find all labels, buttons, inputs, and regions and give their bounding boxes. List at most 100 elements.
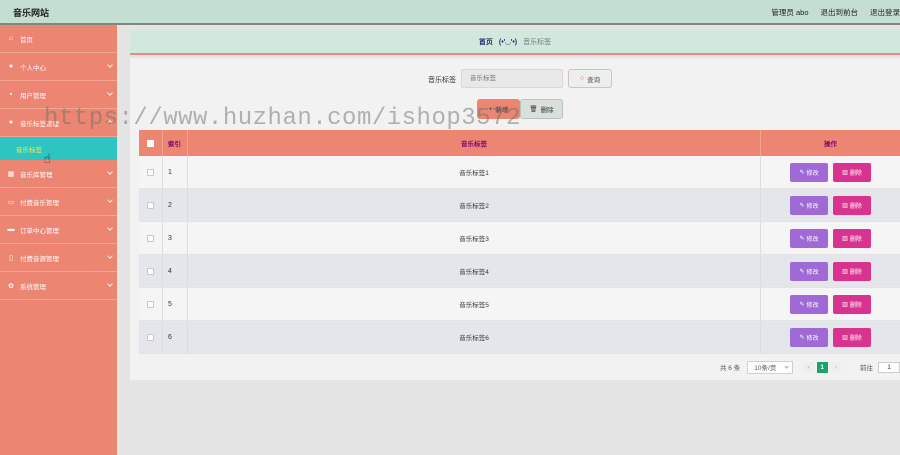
- search-icon: ○: [579, 75, 585, 82]
- row-delete-label: 删除: [849, 269, 862, 276]
- row-checkbox[interactable]: [147, 267, 154, 275]
- edit-button[interactable]: ✎ 修改: [790, 162, 828, 182]
- breadcrumb: 首页 (•'◡'•) 音乐标签: [130, 30, 900, 55]
- edit-label: 修改: [806, 335, 819, 342]
- table-row: 5 音乐标签5 ✎ 修改 ▥ 删除: [139, 288, 900, 321]
- row-index: 1: [168, 168, 172, 176]
- row-delete-button[interactable]: ▥ 删除: [833, 294, 871, 314]
- trash-icon: ▥: [842, 334, 848, 341]
- sidebar: ⌂ 首页 ● 个人中心 ▪ 用户管理 ● 音乐标签管理 音乐标签 ▦ 音乐库管理…: [0, 25, 117, 455]
- search-label: 音乐标签: [428, 77, 456, 84]
- prev-page-button[interactable]: ‹: [803, 361, 814, 373]
- select-all-checkbox[interactable]: [147, 139, 154, 147]
- row-delete-label: 删除: [849, 236, 862, 243]
- hand-cursor-icon: ☝: [43, 151, 51, 166]
- sidebar-item-orders[interactable]: ▬ 订单中心管理: [0, 216, 117, 244]
- edit-button[interactable]: ✎ 修改: [790, 327, 828, 347]
- sidebar-item-label: 音乐标签管理: [20, 120, 59, 128]
- edit-label: 修改: [806, 170, 819, 177]
- pencil-icon: ✎: [799, 202, 805, 209]
- row-delete-button[interactable]: ▥ 删除: [833, 327, 871, 347]
- pagination: 共 6 条 10条/页 ‹ 1 › 前往: [720, 360, 900, 374]
- sidebar-item-music-tags[interactable]: ● 音乐标签管理: [0, 109, 117, 137]
- next-page-button[interactable]: ›: [830, 361, 842, 373]
- submenu-music-tag[interactable]: 音乐标签: [0, 137, 117, 160]
- goto-page-input[interactable]: [878, 361, 900, 373]
- sidebar-item-label: 订单中心管理: [20, 227, 59, 235]
- row-tag: 音乐标签5: [459, 302, 489, 309]
- site-title: 音乐网站: [13, 8, 50, 18]
- sidebar-item-system[interactable]: ✿ 系统管理: [0, 272, 117, 300]
- trash-icon: ▥: [842, 301, 848, 308]
- pencil-icon: ✎: [799, 169, 805, 176]
- edit-button[interactable]: ✎ 修改: [790, 228, 828, 248]
- sidebar-item-label: 付费音乐管理: [20, 199, 59, 207]
- home-icon: ⌂: [8, 35, 14, 42]
- sidebar-item-users[interactable]: ▪ 用户管理: [0, 81, 117, 109]
- row-delete-label: 删除: [849, 335, 862, 342]
- row-checkbox[interactable]: [147, 333, 154, 341]
- total-count: 共 6 条: [720, 365, 741, 372]
- row-index: 2: [168, 201, 172, 209]
- table-row: 4 音乐标签4 ✎ 修改 ▥ 删除: [139, 255, 900, 288]
- sidebar-item-label: 用户管理: [20, 92, 46, 100]
- ticket-icon: ▭: [7, 198, 15, 206]
- row-delete-button[interactable]: ▥ 删除: [833, 195, 871, 215]
- search-input[interactable]: [461, 69, 563, 88]
- trash-icon: ▥: [842, 169, 848, 176]
- row-index: 5: [168, 300, 172, 308]
- row-checkbox[interactable]: [147, 300, 154, 308]
- sidebar-item-music-library[interactable]: ▦ 音乐库管理: [0, 160, 117, 188]
- sidebar-item-profile[interactable]: ● 个人中心: [0, 53, 117, 81]
- edit-button[interactable]: ✎ 修改: [790, 195, 828, 215]
- row-checkbox[interactable]: [147, 168, 154, 176]
- breadcrumb-home[interactable]: 首页: [479, 37, 493, 47]
- chevron-down-icon: [784, 363, 790, 369]
- sidebar-item-paid-sources[interactable]: ▯ 付费音源管理: [0, 244, 117, 272]
- row-checkbox[interactable]: [147, 201, 154, 209]
- row-checkbox[interactable]: [147, 234, 154, 242]
- row-index: 3: [168, 234, 172, 242]
- settings-icon: ✿: [8, 282, 14, 290]
- edit-button[interactable]: ✎ 修改: [790, 261, 828, 281]
- user-icon: ●: [8, 63, 14, 70]
- add-button[interactable]: + 新增: [477, 99, 520, 119]
- sidebar-item-home[interactable]: ⌂ 首页: [0, 25, 117, 53]
- page-size-select[interactable]: 10条/页: [747, 360, 794, 374]
- top-bar: 音乐网站 管理员 abo 退出到前台 退出登录: [0, 0, 900, 25]
- logout-link[interactable]: 退出登录: [870, 7, 900, 18]
- pencil-icon: ✎: [799, 268, 805, 275]
- sidebar-item-label: 首页: [20, 36, 33, 44]
- pencil-icon: ✎: [799, 301, 805, 308]
- chevron-down-icon: [107, 169, 113, 175]
- delete-button[interactable]: 🗑 删除: [520, 99, 563, 119]
- table-row: 6 音乐标签6 ✎ 修改 ▥ 删除: [139, 321, 900, 354]
- trash-icon: 🗑: [529, 106, 538, 113]
- query-button-label: 查询: [587, 76, 601, 84]
- admin-label: 管理员 abo: [771, 8, 809, 17]
- grid-icon: ▦: [7, 170, 15, 178]
- table-header: 索引 音乐标签 操作: [139, 130, 900, 156]
- table-row: 3 音乐标签3 ✎ 修改 ▥ 删除: [139, 222, 900, 255]
- mic-icon: ▯: [9, 254, 13, 262]
- row-delete-label: 删除: [849, 170, 862, 177]
- page-number-button[interactable]: 1: [816, 361, 828, 373]
- tag-user-icon: ●: [8, 119, 14, 126]
- row-delete-button[interactable]: ▥ 删除: [833, 162, 871, 182]
- trash-icon: ▥: [842, 202, 848, 209]
- edit-label: 修改: [806, 236, 819, 243]
- row-tag: 音乐标签1: [459, 170, 489, 177]
- sidebar-item-paid-music[interactable]: ▭ 付费音乐管理: [0, 188, 117, 216]
- trash-icon: ▥: [842, 235, 848, 242]
- row-delete-label: 删除: [849, 203, 862, 210]
- edit-button[interactable]: ✎ 修改: [790, 294, 828, 314]
- query-button[interactable]: ○ 查询: [568, 69, 612, 88]
- header-actions: 管理员 abo 退出到前台 退出登录: [771, 7, 900, 18]
- chevron-down-icon: [107, 197, 113, 203]
- front-link[interactable]: 退出到前台: [821, 7, 859, 18]
- table-row: 1 音乐标签1 ✎ 修改 ▥ 删除: [139, 156, 900, 189]
- row-delete-button[interactable]: ▥ 删除: [833, 261, 871, 281]
- add-button-label: 新增: [495, 107, 509, 114]
- row-delete-button[interactable]: ▥ 删除: [833, 228, 871, 248]
- header-tag: 音乐标签: [461, 141, 487, 148]
